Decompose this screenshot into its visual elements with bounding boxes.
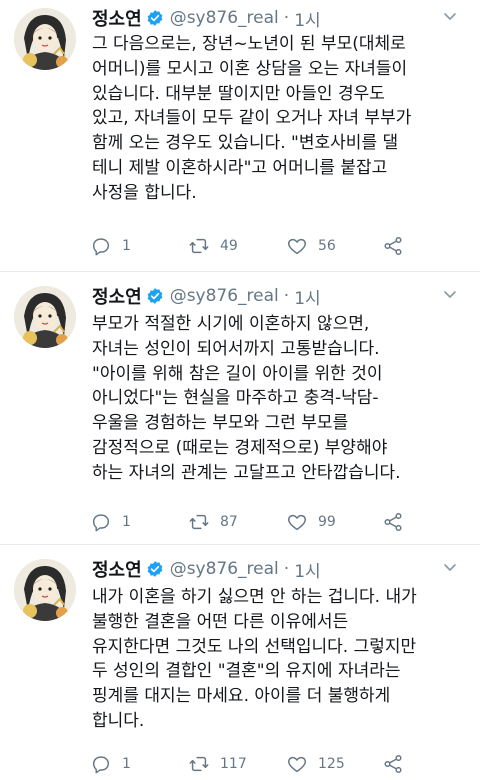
verified-badge-icon	[146, 560, 164, 578]
tweet-text-line: 유지한다면 그것도 나의 선택입니다. 그렇지만	[92, 636, 417, 657]
verified-badge-icon	[146, 287, 164, 305]
tweet-text-line: 테니 제발 이혼하시라"고 어머니를 붙잡고	[92, 157, 388, 178]
heart-icon	[288, 238, 306, 255]
retweet-count: 117	[220, 756, 247, 772]
retweet-count: 87	[220, 514, 238, 530]
verified-badge-icon	[146, 9, 164, 27]
reply-icon	[92, 514, 110, 532]
tweet-text-line: 합니다.	[92, 710, 145, 731]
display-name[interactable]: 정소연	[92, 556, 142, 582]
share-button[interactable]	[382, 234, 404, 258]
retweet-button[interactable]: 117	[188, 752, 247, 776]
separator-dot: ·	[283, 286, 290, 306]
avatar-illustration	[14, 286, 76, 348]
like-button[interactable]: 99	[286, 510, 336, 534]
timestamp[interactable]: 1시	[294, 6, 320, 31]
chevron-down-icon[interactable]	[442, 286, 458, 302]
tweet-text: 부모가 적절한 시기에 이혼하지 않으면, 자녀는 성인이 되어서까지 고통받습니…	[92, 312, 472, 486]
tweet[interactable]: 정소연 @sy876_real · 1시 그 다음으로는, 장년~노년이 된 부…	[0, 0, 480, 272]
reply-count: 1	[122, 514, 131, 530]
like-count: 56	[318, 238, 336, 254]
like-count: 99	[318, 514, 336, 530]
tweet-actions: 1 49 56	[90, 234, 430, 258]
like-count: 125	[318, 756, 345, 772]
tweet-text-line: 부모가 적절한 시기에 이혼하지 않으면,	[92, 314, 370, 334]
tweet-text-line: 우울을 경험하는 부모와 그런 부모를	[92, 413, 349, 434]
tweet-text-line: 내가 이혼을 하기 싫으면 안 하는 겁니다. 내가	[92, 587, 417, 607]
reply-count: 1	[122, 756, 131, 772]
tweet-text-line: 함께 오는 경우도 있습니다. "변호사비를 댈	[92, 133, 399, 154]
retweet-icon	[189, 756, 209, 772]
tweet-text-line: 그 다음으로는, 장년~노년이 된 부모(대체로	[92, 34, 406, 54]
retweet-button[interactable]: 49	[188, 234, 238, 258]
avatar[interactable]	[14, 559, 76, 621]
tweet-text-line: 두 성인의 결합인 "결혼"의 유지에 자녀라는	[92, 661, 401, 682]
avatar[interactable]	[14, 8, 76, 70]
tweet-actions: 1 87 99	[90, 510, 430, 534]
tweet-text-line: 핑계를 대지는 마세요. 아이를 더 불행하게	[92, 686, 391, 707]
share-icon	[384, 513, 402, 531]
user-handle[interactable]: @sy876_real	[170, 559, 279, 579]
like-button[interactable]: 56	[286, 234, 336, 258]
retweet-icon	[189, 238, 209, 254]
reply-icon	[92, 238, 110, 256]
tweet-text: 그 다음으로는, 장년~노년이 된 부모(대체로어머니)를 모시고 이혼 상담을…	[92, 32, 472, 206]
tweet-text-line: 있습니다. 대부분 딸이지만 아들인 경우도	[92, 83, 385, 104]
heart-icon	[288, 514, 306, 531]
tweet-text-line: 불행한 결혼을 어떤 다른 이유에서든	[92, 611, 349, 632]
retweet-icon	[189, 514, 209, 530]
tweet-header: 정소연 @sy876_real · 1시	[92, 4, 470, 32]
timestamp[interactable]: 1시	[294, 284, 320, 309]
display-name[interactable]: 정소연	[92, 5, 142, 31]
avatar[interactable]	[14, 286, 76, 348]
tweet[interactable]: 정소연 @sy876_real · 1시 내가 이혼을 하기 싫으면 안 하는 …	[0, 545, 480, 780]
reply-button[interactable]: 1	[90, 510, 131, 534]
heart-icon	[288, 756, 306, 773]
tweet-text-line: 어머니)를 모시고 이혼 상담을 오는 자녀들이	[92, 58, 408, 79]
avatar-illustration	[14, 559, 76, 621]
tweet-text-line: 있고, 자녀들이 모두 같이 오거나 자녀 부부가	[92, 108, 412, 129]
separator-dot: ·	[283, 8, 290, 28]
tweet-text: 내가 이혼을 하기 싫으면 안 하는 겁니다. 내가불행한 결혼을 어떤 다른 …	[92, 585, 472, 734]
user-handle[interactable]: @sy876_real	[170, 8, 279, 28]
reply-button[interactable]: 1	[90, 752, 131, 776]
user-handle[interactable]: @sy876_real	[170, 286, 279, 306]
share-button[interactable]	[382, 752, 404, 776]
separator-dot: ·	[283, 559, 290, 579]
share-button[interactable]	[382, 510, 404, 534]
reply-icon	[92, 756, 110, 774]
tweet-actions: 1 117 125	[90, 752, 430, 776]
retweet-button[interactable]: 87	[188, 510, 238, 534]
tweet-text-line: 아니었다"는 현실을 마주하고 충격-낙담-	[92, 388, 379, 409]
tweet-header: 정소연 @sy876_real · 1시	[92, 282, 470, 310]
timestamp[interactable]: 1시	[294, 557, 320, 582]
reply-count: 1	[122, 238, 131, 254]
tweet-text-line: 사정을 합니다.	[92, 182, 197, 203]
display-name[interactable]: 정소연	[92, 283, 142, 309]
tweet-text-line: 감정적으로 (때로는 경제적으로) 부양해야	[92, 437, 388, 458]
avatar-illustration	[14, 8, 76, 70]
reply-button[interactable]: 1	[90, 234, 131, 258]
tweet-text-line: 자녀는 성인이 되어서까지 고통받습니다.	[92, 338, 380, 359]
chevron-down-icon[interactable]	[442, 8, 458, 24]
like-button[interactable]: 125	[286, 752, 345, 776]
retweet-count: 49	[220, 238, 238, 254]
tweet-header: 정소연 @sy876_real · 1시	[92, 555, 470, 583]
chevron-down-icon[interactable]	[442, 559, 458, 575]
tweet-text-line: 하는 자녀의 관계는 고달프고 안타깝습니다.	[92, 462, 401, 483]
tweet[interactable]: 정소연 @sy876_real · 1시 부모가 적절한 시기에 이혼하지 않으…	[0, 272, 480, 545]
tweet-text-line: "아이를 위해 참은 길이 아이를 위한 것이	[92, 363, 383, 384]
share-icon	[384, 237, 402, 255]
share-icon	[384, 755, 402, 773]
